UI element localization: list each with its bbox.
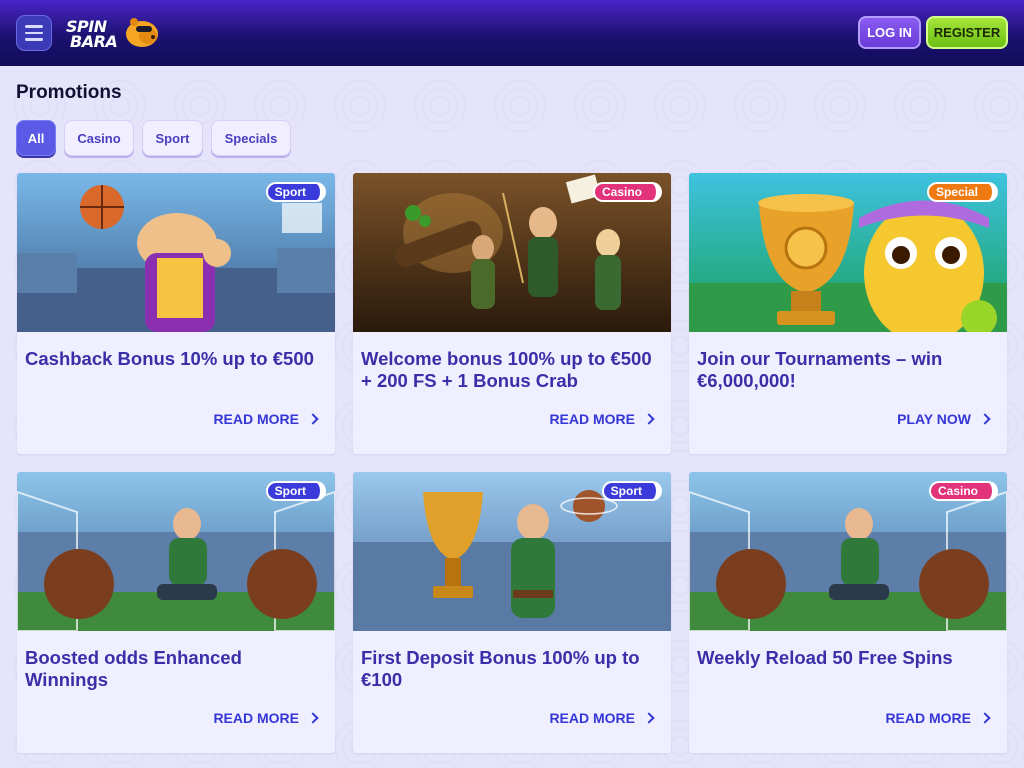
cta-label: READ MORE — [549, 710, 635, 726]
promo-card[interactable]: Casino Welcome bonus 100% up to €500 + 2… — [353, 173, 671, 454]
promo-filters: All Casino Sport Specials — [16, 120, 291, 156]
cta-label: READ MORE — [213, 710, 299, 726]
category-badge: Casino — [592, 182, 662, 202]
promotions-grid: Sport Cashback Bonus 10% up to €500 READ… — [17, 173, 1007, 753]
category-badge: Special — [926, 182, 998, 202]
menu-icon[interactable] — [16, 15, 52, 51]
login-button[interactable]: LOG IN — [858, 16, 921, 49]
read-more-link[interactable]: READ MORE — [549, 710, 655, 726]
category-badge: Casino — [928, 481, 998, 501]
filter-specials[interactable]: Specials — [211, 120, 291, 156]
promo-card[interactable]: Sport Boosted odds Enhanced Winnings REA… — [17, 472, 335, 753]
promo-image-archers: Casino — [353, 173, 671, 332]
filter-casino[interactable]: Casino — [64, 120, 134, 156]
promo-title: Join our Tournaments – win €6,000,000! — [697, 348, 943, 391]
promo-card[interactable]: Special Join our Tournaments – win €6,00… — [689, 173, 1007, 454]
promo-title: Boosted odds Enhanced Winnings — [25, 647, 242, 690]
capybara-mascot-icon — [126, 18, 158, 47]
logo-line2: BARA — [70, 32, 118, 51]
promo-card[interactable]: Sport First Deposit Bonus 100% up to €10… — [353, 472, 671, 753]
chevron-right-icon — [307, 712, 319, 724]
promo-image-football: Sport — [17, 472, 335, 631]
read-more-link[interactable]: READ MORE — [213, 710, 319, 726]
page-title: Promotions — [16, 82, 122, 103]
category-badge: Sport — [265, 182, 326, 202]
promo-title: Weekly Reload 50 Free Spins — [697, 647, 953, 668]
site-header: SPIN BARA LOG IN REGISTER — [0, 0, 1024, 66]
chevron-right-icon — [979, 413, 991, 425]
cta-label: READ MORE — [213, 411, 299, 427]
read-more-link[interactable]: READ MORE — [213, 411, 319, 427]
site-logo[interactable]: SPIN BARA — [64, 12, 160, 52]
register-button[interactable]: REGISTER — [926, 16, 1008, 49]
filter-sport[interactable]: Sport — [142, 120, 203, 156]
read-more-link[interactable]: READ MORE — [549, 411, 655, 427]
filter-all[interactable]: All — [16, 120, 56, 156]
promo-image-trophy-mascot: Special — [689, 173, 1007, 332]
promo-title: First Deposit Bonus 100% up to €100 — [361, 647, 640, 690]
cta-label: READ MORE — [885, 710, 971, 726]
chevron-right-icon — [979, 712, 991, 724]
promo-title: Cashback Bonus 10% up to €500 — [25, 348, 314, 369]
category-badge: Sport — [601, 481, 662, 501]
chevron-right-icon — [643, 712, 655, 724]
promo-card[interactable]: Casino Weekly Reload 50 Free Spins READ … — [689, 472, 1007, 753]
cta-label: PLAY NOW — [897, 411, 971, 427]
play-now-link[interactable]: PLAY NOW — [897, 411, 991, 427]
promo-image-football: Casino — [689, 472, 1007, 631]
promo-image-trophy-player: Sport — [353, 472, 671, 631]
chevron-right-icon — [643, 413, 655, 425]
chevron-right-icon — [307, 413, 319, 425]
cta-label: READ MORE — [549, 411, 635, 427]
promo-image-basketball: Sport — [17, 173, 335, 332]
category-badge: Sport — [265, 481, 326, 501]
promo-card[interactable]: Sport Cashback Bonus 10% up to €500 READ… — [17, 173, 335, 454]
read-more-link[interactable]: READ MORE — [885, 710, 991, 726]
promo-title: Welcome bonus 100% up to €500 + 200 FS +… — [361, 348, 652, 391]
